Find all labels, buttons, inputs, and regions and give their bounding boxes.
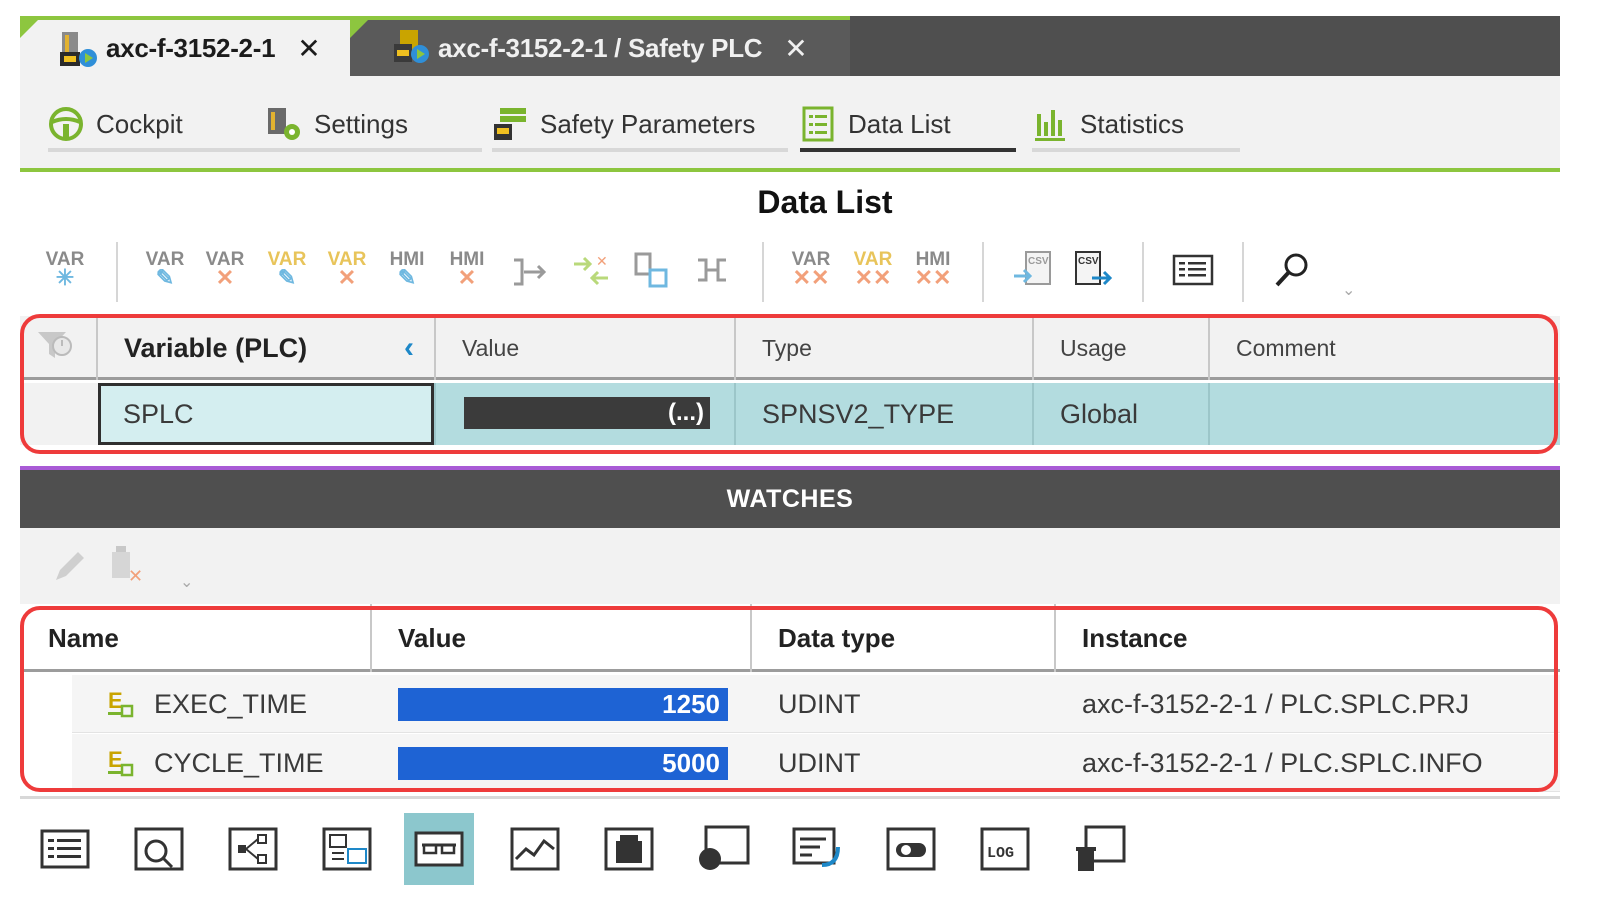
delete-variable-button[interactable]: VAR ✕ (204, 250, 246, 290)
delete-x-icon: ✕✕ (854, 265, 892, 290)
chevron-down-icon[interactable]: ⌄ (1342, 280, 1355, 300)
toolbar-separator (762, 242, 764, 302)
asterisk-icon: ✳ (55, 265, 75, 290)
copy-address-icon[interactable] (632, 250, 672, 295)
delete-x-icon: ✕✕ (792, 265, 830, 290)
search-window-icon[interactable] (124, 813, 194, 885)
toolbar-separator (1242, 242, 1244, 302)
pencil-icon: ✎ (397, 265, 417, 290)
tab-label: Cockpit (96, 108, 183, 139)
csv-label: CSV (1028, 256, 1049, 267)
toolbar-separator (116, 242, 118, 302)
safety-plc-icon (392, 28, 432, 68)
tab-corner-marker (20, 16, 42, 38)
safety-parameters-icon (492, 106, 528, 142)
csv-export-icon[interactable]: CSV (1072, 248, 1116, 297)
watches-header: WATCHES (20, 470, 1560, 528)
edit-variable-button[interactable]: VAR ✎ (144, 250, 186, 290)
add-variable-button[interactable]: VAR ✳ (44, 250, 86, 290)
delete-hmi-button[interactable]: HMI ✕ (446, 250, 488, 290)
compare-icon[interactable] (312, 813, 382, 885)
toggle-icon[interactable] (876, 813, 946, 885)
svg-text:✕: ✕ (596, 253, 608, 269)
list-icon[interactable] (30, 813, 100, 885)
search-icon[interactable] (1272, 250, 1312, 295)
csv-label: CSV (1078, 256, 1099, 267)
document-tab-plc[interactable]: axc-f-3152-2-1 ✕ (20, 16, 350, 76)
cockpit-icon (48, 106, 84, 142)
delete-x-icon: ✕ (215, 265, 235, 290)
tab-settings[interactable]: Settings (266, 100, 482, 152)
tab-label: Data List (848, 108, 951, 139)
connect-icon[interactable] (510, 254, 550, 295)
editor-tab-bar: Cockpit Settings Safety Parameters Data … (20, 76, 1560, 172)
highlight-box (20, 314, 1558, 454)
column-layout-icon[interactable] (1172, 252, 1214, 293)
csv-import-icon[interactable]: CSV (1012, 248, 1056, 297)
data-list-icon (800, 106, 836, 142)
tab-label: Statistics (1080, 108, 1185, 139)
delete-all-safety-variables-button[interactable]: VAR ✕✕ (852, 250, 894, 290)
document-tab-label: axc-f-3152-2-1 / Safety PLC (438, 32, 763, 63)
page-title: Data List (757, 184, 893, 220)
tab-cockpit[interactable]: Cockpit (48, 100, 282, 152)
edit-window-icon[interactable] (782, 813, 852, 885)
document-tab-label: axc-f-3152-2-1 (106, 32, 276, 63)
tab-data-list[interactable]: Data List (800, 100, 1016, 152)
toolbar-separator (982, 242, 984, 302)
settings-icon (266, 106, 302, 142)
tab-corner-marker (350, 16, 372, 38)
toolbar-separator (1142, 242, 1144, 302)
watch-glasses-icon[interactable] (404, 813, 474, 885)
delete-x-icon: ✕ (337, 265, 357, 290)
swap-icon[interactable] (692, 252, 732, 293)
tab-label: Safety Parameters (540, 108, 756, 139)
edit-hmi-button[interactable]: HMI ✎ (386, 250, 428, 290)
highlight-box (20, 606, 1558, 792)
tab-safety-parameters[interactable]: Safety Parameters (492, 100, 788, 152)
trash-window-icon[interactable] (1064, 813, 1134, 885)
network-icon[interactable] (218, 813, 288, 885)
delete-all-variables-button[interactable]: VAR ✕✕ (790, 250, 832, 290)
watches-toolbar: ✕ ⌄ (20, 528, 1560, 604)
pencil-icon: ✎ (155, 265, 175, 290)
delete-all-hmi-button[interactable]: HMI ✕✕ (912, 250, 954, 290)
close-tab-icon[interactable]: ✕ (784, 32, 807, 65)
data-list-toolbar: VAR ✳ VAR ✎ VAR ✕ VAR ✎ VAR ✕ HMI ✎ HMI … (20, 232, 1560, 312)
edit-watch-icon[interactable] (50, 546, 90, 591)
document-tab-safety-plc[interactable]: axc-f-3152-2-1 / Safety PLC ✕ (350, 16, 850, 76)
tab-label: Settings (314, 108, 408, 139)
weight-icon[interactable] (594, 813, 664, 885)
pencil-icon: ✎ (277, 265, 297, 290)
delete-x-icon: ✕ (457, 265, 477, 290)
svg-text:✕: ✕ (128, 566, 143, 586)
bottom-dock: LOG (20, 796, 1560, 892)
document-tab-bar: axc-f-3152-2-1 ✕ axc-f-3152-2-1 / Safety… (20, 16, 1560, 76)
close-tab-icon[interactable]: ✕ (297, 32, 320, 65)
disconnect-icon[interactable]: ✕ (570, 250, 612, 295)
log-icon[interactable]: LOG (970, 813, 1040, 885)
plc-device-icon (60, 28, 100, 68)
delete-safety-variable-button[interactable]: VAR ✕ (326, 250, 368, 290)
tab-statistics[interactable]: Statistics (1032, 100, 1240, 152)
edit-safety-variable-button[interactable]: VAR ✎ (266, 250, 308, 290)
delete-watch-icon[interactable]: ✕ (106, 542, 150, 591)
log-label: LOG (987, 845, 1014, 862)
statistics-icon (1032, 106, 1068, 142)
breakpoint-icon[interactable] (688, 813, 758, 885)
trend-icon[interactable] (500, 813, 570, 885)
chevron-down-icon[interactable]: ⌄ (180, 572, 193, 592)
delete-x-icon: ✕✕ (914, 265, 952, 290)
